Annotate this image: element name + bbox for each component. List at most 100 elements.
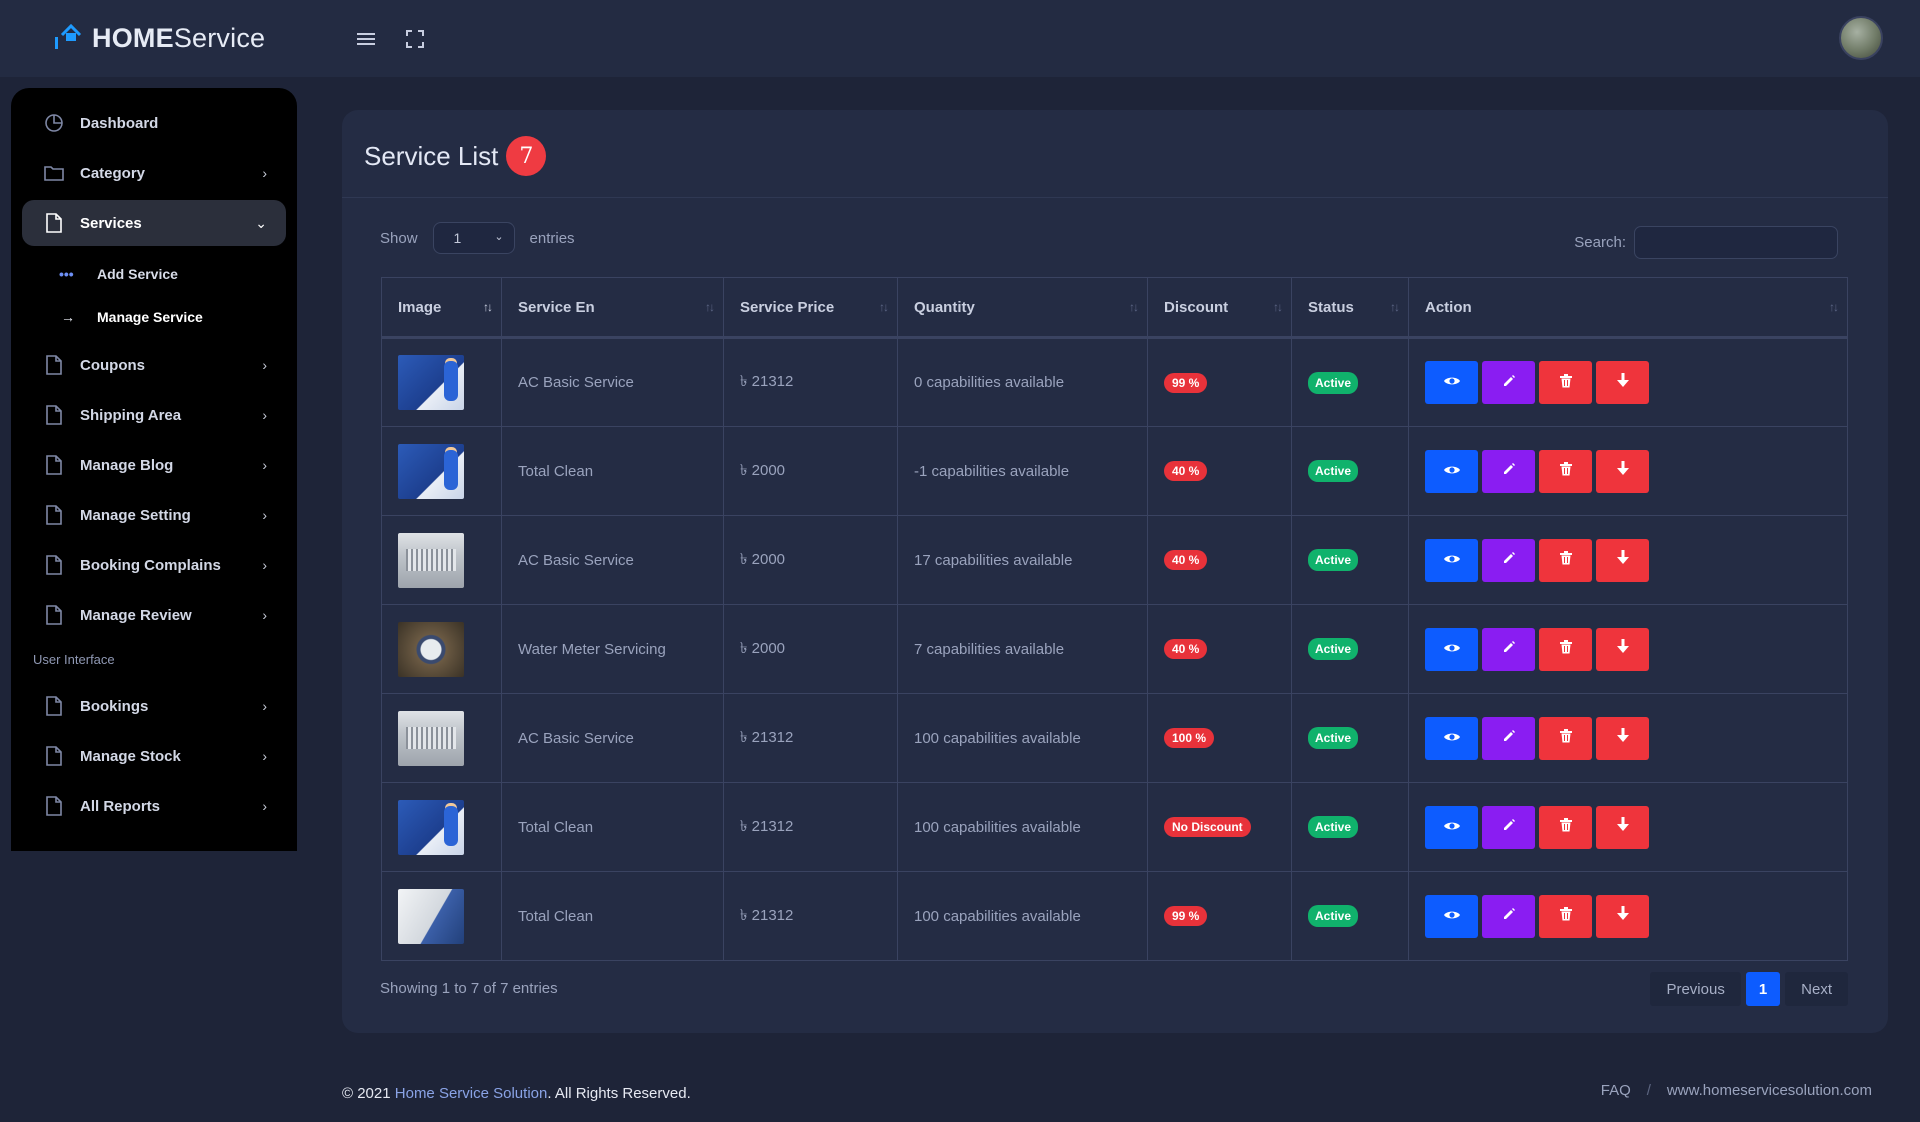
sidebar-item-services[interactable]: Services ⌄ xyxy=(22,200,286,246)
delete-button[interactable] xyxy=(1539,627,1592,671)
entries-select[interactable]: 1 ⌄ xyxy=(432,222,515,254)
search: Search: xyxy=(1574,226,1838,259)
delete-button[interactable] xyxy=(1539,716,1592,760)
brand-rest: Service xyxy=(173,22,266,53)
table-row: AC Basic Service ৳ 2000 17 capabilities av… xyxy=(381,515,1848,605)
cell-quantity: 0 capabilities available xyxy=(897,337,1148,427)
service-thumbnail[interactable] xyxy=(398,799,464,855)
cell-price: ৳ 21312 xyxy=(723,782,898,872)
sidebar-item-bookings[interactable]: Bookings › xyxy=(11,683,297,729)
fullscreen-button[interactable] xyxy=(402,26,428,52)
service-thumbnail[interactable] xyxy=(398,355,464,410)
view-button[interactable] xyxy=(1425,894,1478,938)
sidebar-item-coupons[interactable]: Coupons › xyxy=(11,342,297,388)
footer-faq-link[interactable]: FAQ xyxy=(1601,1082,1631,1099)
service-thumbnail[interactable] xyxy=(398,532,464,588)
cell-image xyxy=(381,337,502,427)
cell-actions xyxy=(1408,604,1848,694)
delete-button[interactable] xyxy=(1539,449,1592,493)
sidebar-item-category[interactable]: Category › xyxy=(11,150,297,196)
edit-button[interactable] xyxy=(1482,894,1535,938)
pencil-icon xyxy=(1502,729,1516,747)
cell-price: ৳ 2000 xyxy=(723,604,898,694)
status-badge: Active xyxy=(1308,816,1359,838)
sidebar-item-label: Bookings xyxy=(80,697,149,715)
page-title-text: Service List xyxy=(364,140,499,171)
edit-button[interactable] xyxy=(1482,361,1535,404)
pencil-icon xyxy=(1502,551,1516,569)
cell-image xyxy=(381,604,502,694)
edit-button[interactable] xyxy=(1482,805,1535,849)
previous-button[interactable]: Previous xyxy=(1650,972,1741,1006)
entries-label: entries xyxy=(529,229,575,247)
delete-button[interactable] xyxy=(1539,538,1592,582)
home-logo-icon xyxy=(52,21,92,55)
showing-info: Showing 1 to 7 of 7 entries xyxy=(380,980,558,997)
download-button[interactable] xyxy=(1596,894,1649,938)
download-button[interactable] xyxy=(1596,449,1649,493)
arrow-down-icon xyxy=(1616,906,1630,926)
service-thumbnail[interactable] xyxy=(398,710,464,766)
sidebar-item-booking-complains[interactable]: Booking Complains › xyxy=(11,542,297,588)
download-button[interactable] xyxy=(1596,805,1649,849)
status-badge: Active xyxy=(1308,727,1359,749)
entries-select-value: 1 xyxy=(453,230,462,246)
sidebar-item-manage-review[interactable]: Manage Review › xyxy=(11,592,297,638)
download-button[interactable] xyxy=(1596,716,1649,760)
search-label: Search: xyxy=(1574,234,1626,251)
file-icon xyxy=(43,795,65,817)
menu-toggle-button[interactable] xyxy=(353,26,379,52)
view-button[interactable] xyxy=(1425,361,1478,404)
sidebar-item-dashboard[interactable]: Dashboard xyxy=(11,100,297,146)
edit-button[interactable] xyxy=(1482,449,1535,493)
sort-icon: ↑↓ xyxy=(879,300,889,314)
sidebar-item-manage-blog[interactable]: Manage Blog › xyxy=(11,442,297,488)
page-1-button[interactable]: 1 xyxy=(1745,972,1781,1006)
edit-button[interactable] xyxy=(1482,716,1535,760)
cell-price: ৳ 21312 xyxy=(723,871,898,961)
cell-discount: 40 % xyxy=(1147,604,1292,694)
avatar[interactable] xyxy=(1839,16,1883,60)
sidebar-subitem-manage-service[interactable]: → Manage Service xyxy=(11,301,297,333)
edit-button[interactable] xyxy=(1482,627,1535,671)
brand-logo[interactable]: HOMEService xyxy=(52,20,265,56)
chevron-right-icon: › xyxy=(262,748,267,764)
row-actions xyxy=(1425,627,1847,671)
column-header-service-en[interactable]: Service En ↑↓ xyxy=(501,277,724,339)
view-button[interactable] xyxy=(1425,805,1478,849)
sidebar-item-shipping-area[interactable]: Shipping Area › xyxy=(11,392,297,438)
view-button[interactable] xyxy=(1425,627,1478,671)
edit-button[interactable] xyxy=(1482,538,1535,582)
column-header-quantity[interactable]: Quantity ↑↓ xyxy=(897,277,1148,339)
file-icon xyxy=(43,212,65,234)
view-button[interactable] xyxy=(1425,538,1478,582)
column-header-service-price[interactable]: Service Price ↑↓ xyxy=(723,277,898,339)
footer-site-link[interactable]: www.homeservicesolution.com xyxy=(1667,1082,1872,1099)
arrow-down-icon xyxy=(1616,461,1630,481)
footer-company-link[interactable]: Home Service Solution xyxy=(395,1085,548,1102)
view-button[interactable] xyxy=(1425,716,1478,760)
eye-icon xyxy=(1443,641,1461,658)
trash-icon xyxy=(1559,729,1572,747)
view-button[interactable] xyxy=(1425,449,1478,493)
sidebar-item-manage-stock[interactable]: Manage Stock › xyxy=(11,733,297,779)
download-button[interactable] xyxy=(1596,361,1649,404)
delete-button[interactable] xyxy=(1539,361,1592,404)
search-input[interactable] xyxy=(1634,226,1838,259)
service-thumbnail[interactable] xyxy=(398,888,464,944)
cell-image xyxy=(381,515,502,605)
service-thumbnail[interactable] xyxy=(398,443,464,499)
delete-button[interactable] xyxy=(1539,805,1592,849)
column-header-image[interactable]: Image ↑↓ xyxy=(381,277,502,339)
download-button[interactable] xyxy=(1596,538,1649,582)
column-header-action[interactable]: Action ↑↓ xyxy=(1408,277,1848,339)
column-header-status[interactable]: Status ↑↓ xyxy=(1291,277,1409,339)
sidebar-item-all-reports[interactable]: All Reports › xyxy=(11,783,297,829)
download-button[interactable] xyxy=(1596,627,1649,671)
delete-button[interactable] xyxy=(1539,894,1592,938)
next-button[interactable]: Next xyxy=(1785,972,1848,1006)
sidebar-subitem-add-service[interactable]: ••• Add Service xyxy=(11,258,297,290)
service-thumbnail[interactable] xyxy=(398,621,464,677)
column-header-discount[interactable]: Discount ↑↓ xyxy=(1147,277,1292,339)
sidebar-item-manage-setting[interactable]: Manage Setting › xyxy=(11,492,297,538)
